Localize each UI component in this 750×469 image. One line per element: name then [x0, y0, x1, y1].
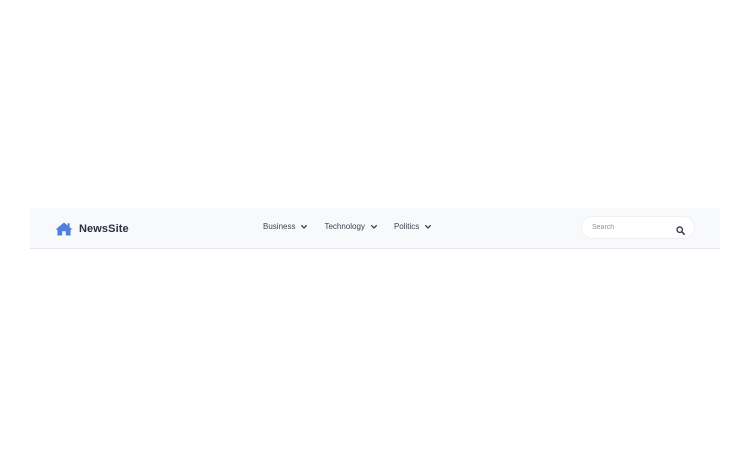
top-navbar: NewsSite Business Technology Politics: [30, 208, 720, 249]
nav-item-label: Politics: [393, 222, 420, 231]
nav-item-politics[interactable]: Politics: [393, 222, 432, 231]
search-input[interactable]: [592, 221, 668, 234]
home-icon: [55, 222, 73, 236]
search-form: [582, 217, 694, 238]
search-button[interactable]: [676, 222, 687, 235]
chevron-down-icon: [425, 224, 432, 229]
nav-item-label: Business: [263, 222, 296, 231]
nav-item-business[interactable]: Business: [263, 222, 308, 231]
chevron-down-icon: [370, 224, 377, 229]
chevron-down-icon: [301, 224, 308, 229]
nav-item-technology[interactable]: Technology: [324, 222, 377, 231]
brand-link[interactable]: NewsSite: [55, 220, 129, 238]
search-icon: [676, 226, 685, 235]
nav-item-label: Technology: [324, 222, 365, 231]
brand-name: NewsSite: [79, 223, 129, 235]
main-nav: Business Technology Politics: [263, 222, 432, 231]
